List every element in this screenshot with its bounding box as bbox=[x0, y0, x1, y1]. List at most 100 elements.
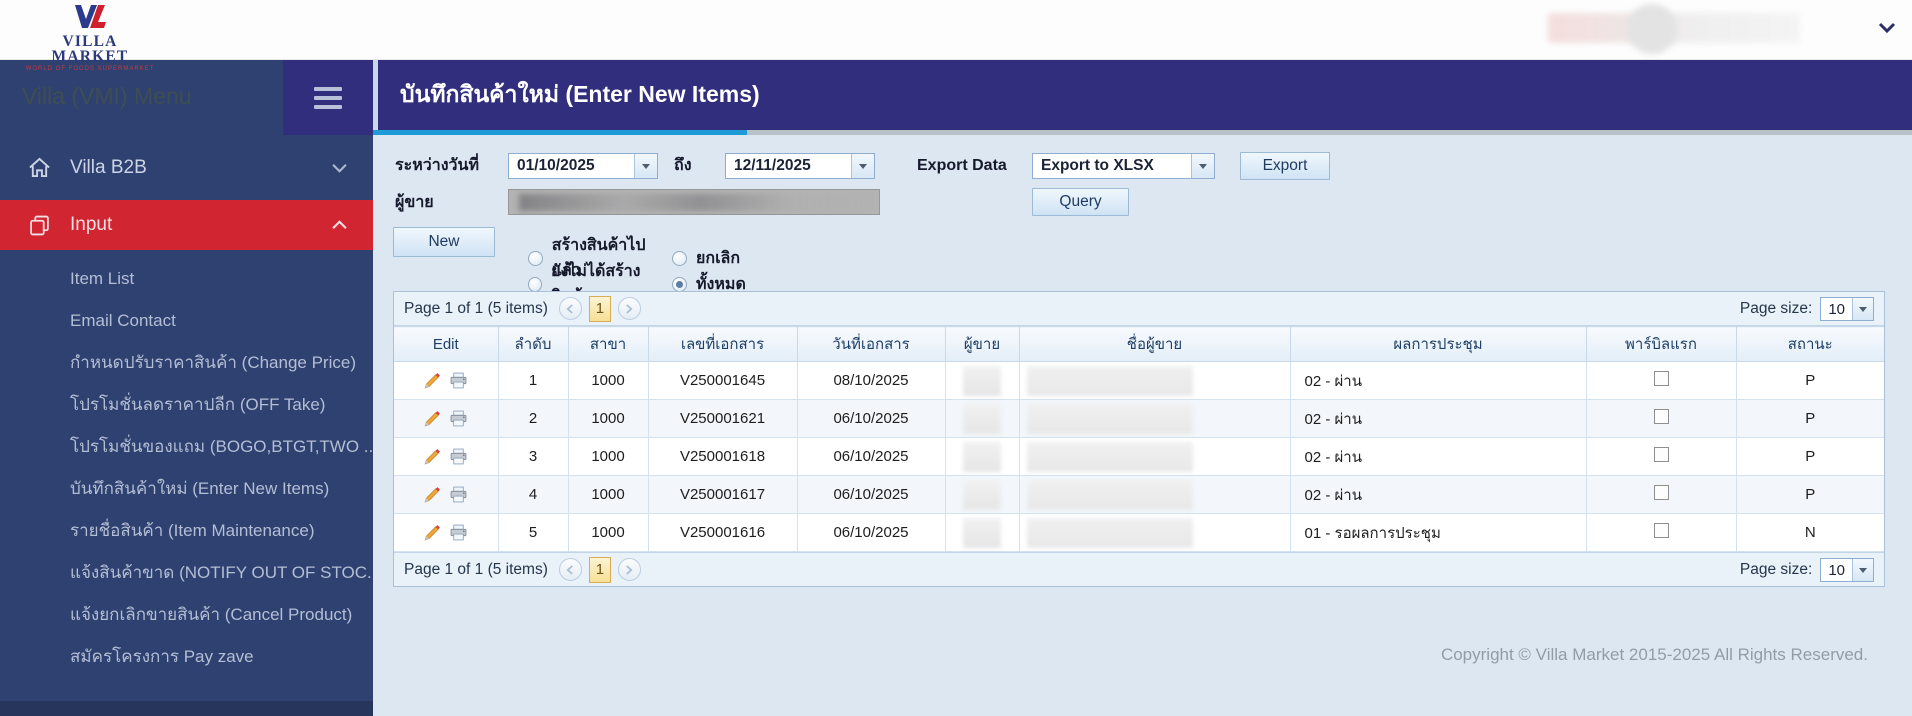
pager-current-page[interactable]: 1 bbox=[588, 556, 611, 583]
dropdown-arrow-icon bbox=[1852, 558, 1873, 581]
export-button[interactable]: Export bbox=[1240, 152, 1330, 180]
doc-no-cell: V250001645 bbox=[647, 361, 798, 400]
vendor-label: ผู้ขาย bbox=[395, 194, 434, 211]
dropdown-arrow-icon bbox=[859, 164, 867, 173]
first-bill-checkbox[interactable] bbox=[1653, 447, 1669, 462]
print-icon[interactable] bbox=[450, 486, 467, 503]
new-button[interactable]: New bbox=[393, 227, 495, 257]
date-from-picker[interactable]: 01/10/2025 bbox=[508, 153, 658, 179]
col-header-edit[interactable]: Edit bbox=[394, 326, 499, 362]
avatar bbox=[1627, 4, 1677, 54]
branch-cell: 1000 bbox=[567, 513, 649, 552]
pager-next-button[interactable] bbox=[617, 558, 641, 581]
dropdown-arrow-icon bbox=[1199, 164, 1207, 173]
sidebar-item-item-list[interactable]: Item List bbox=[0, 258, 373, 300]
pager-prev-button[interactable] bbox=[558, 297, 582, 320]
col-header-status[interactable]: สถานะ bbox=[1735, 326, 1884, 362]
pager-current-page[interactable]: 1 bbox=[588, 295, 611, 322]
vendor-input-redacted[interactable] bbox=[508, 189, 880, 215]
pager-prev-button[interactable] bbox=[558, 558, 582, 581]
doc-date-cell: 06/10/2025 bbox=[796, 513, 946, 552]
col-header-vendor-name[interactable]: ชื่อผู้ขาย bbox=[1018, 326, 1291, 362]
page-size-select[interactable]: 10 bbox=[1820, 557, 1874, 582]
print-icon[interactable] bbox=[450, 524, 467, 541]
edit-pencil-icon[interactable] bbox=[424, 372, 441, 389]
date-to-value[interactable]: 12/11/2025 bbox=[726, 154, 851, 178]
hamburger-menu-button[interactable] bbox=[283, 60, 373, 135]
sidebar-item-enter-new-items[interactable]: บันทึกสินค้าใหม่ (Enter New Items) bbox=[0, 468, 373, 510]
pager-bottom: Page 1 of 1 (5 items) 1 Page size: 10 bbox=[394, 552, 1884, 586]
seq-cell: 5 bbox=[497, 513, 569, 552]
sidebar-item-villa-b2b[interactable]: Villa B2B bbox=[0, 135, 373, 200]
top-header: VILLA MARKET WORLD OF FOODS SUPERMARKET bbox=[0, 0, 1912, 72]
first-bill-checkbox[interactable] bbox=[1653, 371, 1669, 386]
seq-cell: 2 bbox=[497, 399, 569, 438]
print-icon[interactable] bbox=[450, 448, 467, 465]
status-cell: P bbox=[1735, 475, 1884, 514]
sidebar-item-change-price[interactable]: กำหนดปรับราคาสินค้า (Change Price) bbox=[0, 342, 373, 384]
edit-pencil-icon[interactable] bbox=[424, 448, 441, 465]
col-header-seq[interactable]: ลำดับ bbox=[497, 326, 569, 362]
date-to-label: ถึง bbox=[674, 157, 692, 174]
table-row: 3 1000 V250001618 06/10/2025 02 - ผ่าน P bbox=[394, 437, 1884, 476]
date-from-dropdown-button[interactable] bbox=[634, 154, 657, 178]
query-button[interactable]: Query bbox=[1032, 188, 1129, 216]
items-table: Edit ลำดับ สาขา เลขที่เอกสาร วันที่เอกสา… bbox=[394, 326, 1884, 552]
first-bill-checkbox[interactable] bbox=[1653, 485, 1669, 500]
edit-pencil-icon[interactable] bbox=[424, 486, 441, 503]
sidebar-item-bogo-promo[interactable]: โปรโมชั่นของแถม (BOGO,BTGT,TWO ... bbox=[0, 426, 373, 468]
sidebar-item-item-maintenance[interactable]: รายชื่อสินค้า (Item Maintenance) bbox=[0, 510, 373, 552]
doc-date-cell: 06/10/2025 bbox=[796, 399, 946, 438]
edit-pencil-icon[interactable] bbox=[424, 410, 441, 427]
col-header-doc-date[interactable]: วันที่เอกสาร bbox=[796, 326, 946, 362]
col-header-meeting-result[interactable]: ผลการประชุม bbox=[1289, 326, 1587, 362]
seq-cell: 4 bbox=[497, 475, 569, 514]
col-header-vendor[interactable]: ผู้ขาย bbox=[944, 326, 1020, 362]
vendor-code-redacted bbox=[963, 403, 1001, 434]
edit-pencil-icon[interactable] bbox=[424, 524, 441, 541]
page-size-select[interactable]: 10 bbox=[1820, 296, 1874, 321]
chevron-down-icon bbox=[332, 163, 347, 173]
sidebar-subnav: Item List Email Contact กำหนดปรับราคาสิน… bbox=[0, 250, 373, 678]
app-root: VILLA MARKET WORLD OF FOODS SUPERMARKET … bbox=[0, 0, 1912, 716]
meeting-result-cell: 02 - ผ่าน bbox=[1289, 399, 1587, 438]
doc-no-cell: V250001617 bbox=[647, 475, 798, 514]
sidebar: Villa (VMI) Menu Villa B2B Input Item Li… bbox=[0, 60, 373, 716]
export-format-dropdown-button[interactable] bbox=[1191, 154, 1214, 178]
date-to-picker[interactable]: 12/11/2025 bbox=[725, 153, 875, 179]
logo-brand-text: VILLA MARKET bbox=[51, 33, 129, 65]
col-header-doc-no[interactable]: เลขที่เอกสาร bbox=[647, 326, 798, 362]
first-bill-checkbox[interactable] bbox=[1653, 523, 1669, 538]
vendor-code-redacted bbox=[963, 517, 1001, 548]
doc-no-cell: V250001621 bbox=[647, 399, 798, 438]
date-to-dropdown-button[interactable] bbox=[851, 154, 874, 178]
print-icon[interactable] bbox=[450, 410, 467, 427]
chevron-up-icon bbox=[332, 220, 347, 230]
col-header-first-bill[interactable]: พาร์บิลแรก bbox=[1585, 326, 1737, 362]
sidebar-item-pay-zave[interactable]: สมัครโครงการ Pay zave bbox=[0, 636, 373, 678]
meeting-result-cell: 02 - ผ่าน bbox=[1289, 361, 1587, 400]
branch-cell: 1000 bbox=[567, 475, 649, 514]
first-bill-checkbox[interactable] bbox=[1653, 409, 1669, 424]
sidebar-item-cancel-product[interactable]: แจ้งยกเลิกขายสินค้า (Cancel Product) bbox=[0, 594, 373, 636]
copy-pages-icon bbox=[26, 215, 52, 236]
print-icon[interactable] bbox=[450, 372, 467, 389]
col-header-branch[interactable]: สาขา bbox=[567, 326, 649, 362]
hamburger-icon bbox=[314, 86, 342, 91]
villa-market-logo[interactable]: VILLA MARKET WORLD OF FOODS SUPERMARKET bbox=[24, 4, 156, 72]
account-chevron-down-icon[interactable] bbox=[1878, 20, 1896, 38]
vendor-name-redacted bbox=[1026, 479, 1193, 510]
sidebar-item-notify-out-of-stock[interactable]: แจ้งสินค้าขาด (NOTIFY OUT OF STOC... bbox=[0, 552, 373, 594]
sidebar-item-input[interactable]: Input bbox=[0, 200, 373, 250]
sidebar-item-off-take[interactable]: โปรโมชั่นลดราคาปลีก (OFF Take) bbox=[0, 384, 373, 426]
vendor-code-redacted bbox=[963, 479, 1001, 510]
sidebar-item-email-contact[interactable]: Email Contact bbox=[0, 300, 373, 342]
dropdown-arrow-icon bbox=[1852, 297, 1873, 320]
export-format-select[interactable]: Export to XLSX bbox=[1032, 153, 1215, 179]
export-format-value[interactable]: Export to XLSX bbox=[1033, 154, 1191, 178]
date-from-value[interactable]: 01/10/2025 bbox=[509, 154, 634, 178]
status-cell: P bbox=[1735, 399, 1884, 438]
pager-next-button[interactable] bbox=[617, 297, 641, 320]
branch-cell: 1000 bbox=[567, 361, 649, 400]
date-between-label: ระหว่างวันที่ bbox=[395, 157, 479, 174]
